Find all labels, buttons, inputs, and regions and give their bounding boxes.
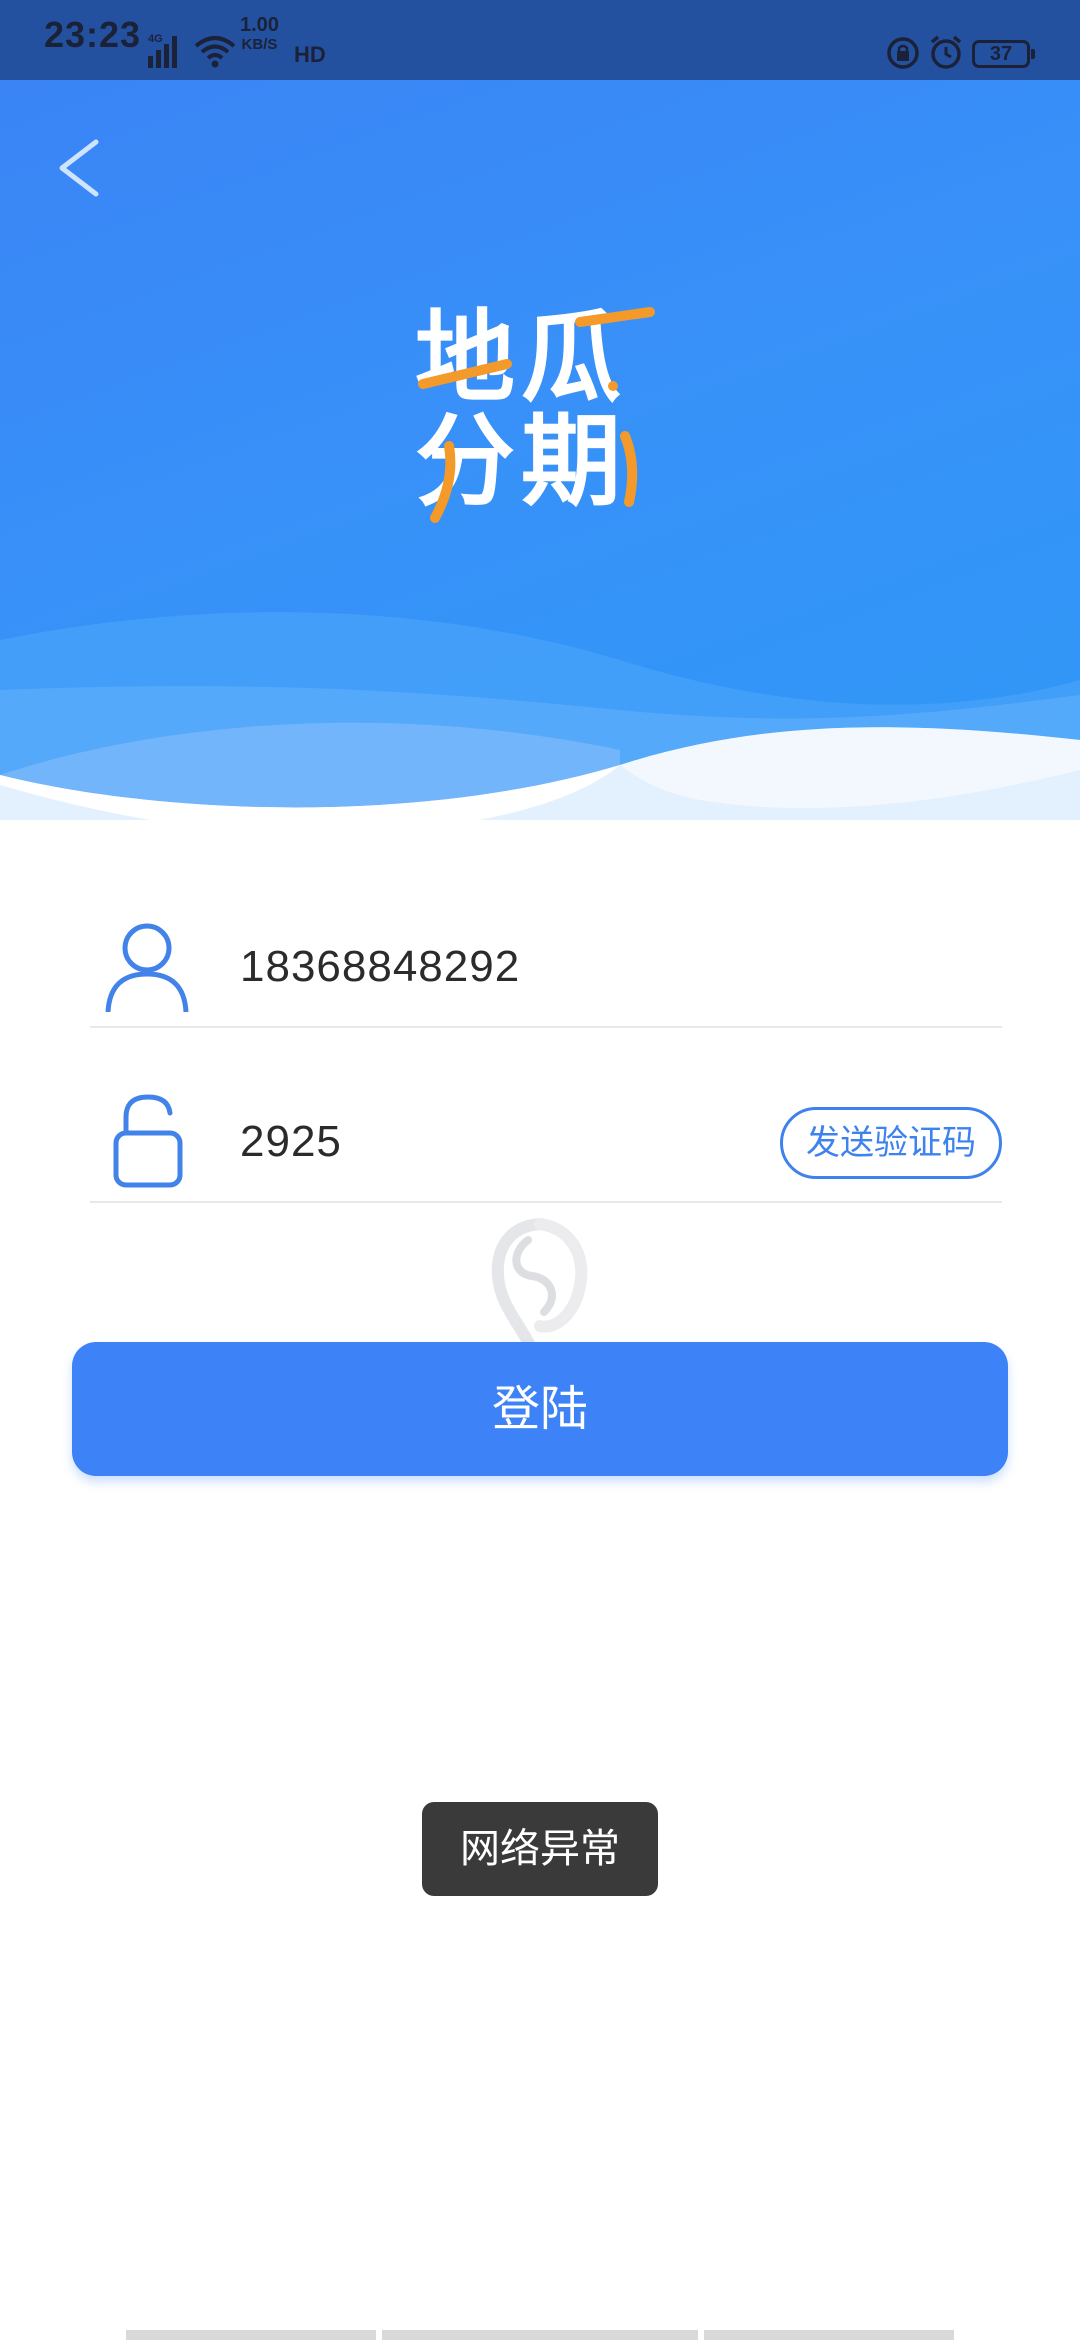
net-speed-unit: KB/S <box>241 36 278 53</box>
header-banner: 地瓜 分期 <box>0 80 1080 850</box>
net-speed-value: 1.00 <box>240 14 279 36</box>
nav-bar-segment-right <box>704 2330 954 2340</box>
nav-bar-segment-center <box>382 2330 698 2340</box>
alarm-icon <box>930 35 962 69</box>
battery-level: 37 <box>989 43 1013 65</box>
battery-icon: 37 <box>972 40 1035 68</box>
send-code-button[interactable]: 发送验证码 <box>780 1107 1002 1179</box>
code-input-value[interactable]: 2925 <box>240 1117 342 1167</box>
hd-icon: HD <box>292 36 326 67</box>
svg-text:4G: 4G <box>148 33 163 45</box>
back-button[interactable] <box>52 128 112 208</box>
net-speed: 1.00 KB/S <box>240 14 279 53</box>
app-logo: 地瓜 分期 <box>415 306 667 536</box>
code-field[interactable]: 2925 发送验证码 <box>90 1085 1002 1203</box>
phone-input-value[interactable]: 18368848292 <box>240 942 520 992</box>
wifi-icon <box>194 36 236 68</box>
chevron-left-icon <box>59 139 99 197</box>
status-time: 23:23 <box>44 14 142 55</box>
loading-spinner-icon <box>491 1218 588 1354</box>
user-icon <box>105 923 189 1012</box>
unlock-icon <box>113 1094 183 1188</box>
signal-icon: 4G <box>148 33 177 68</box>
rotation-lock-icon <box>887 37 919 69</box>
toast-message: 网络异常 <box>422 1802 658 1896</box>
nav-bar-segment-left <box>126 2330 376 2340</box>
login-button[interactable]: 登陆 <box>72 1342 1008 1476</box>
hd-label: HD <box>294 42 326 67</box>
status-bar: 23:23 4G 1.00 KB/S HD 37 <box>0 0 1080 80</box>
phone-field[interactable]: 18368848292 <box>90 910 1002 1028</box>
logo-accent-strokes <box>418 307 655 523</box>
